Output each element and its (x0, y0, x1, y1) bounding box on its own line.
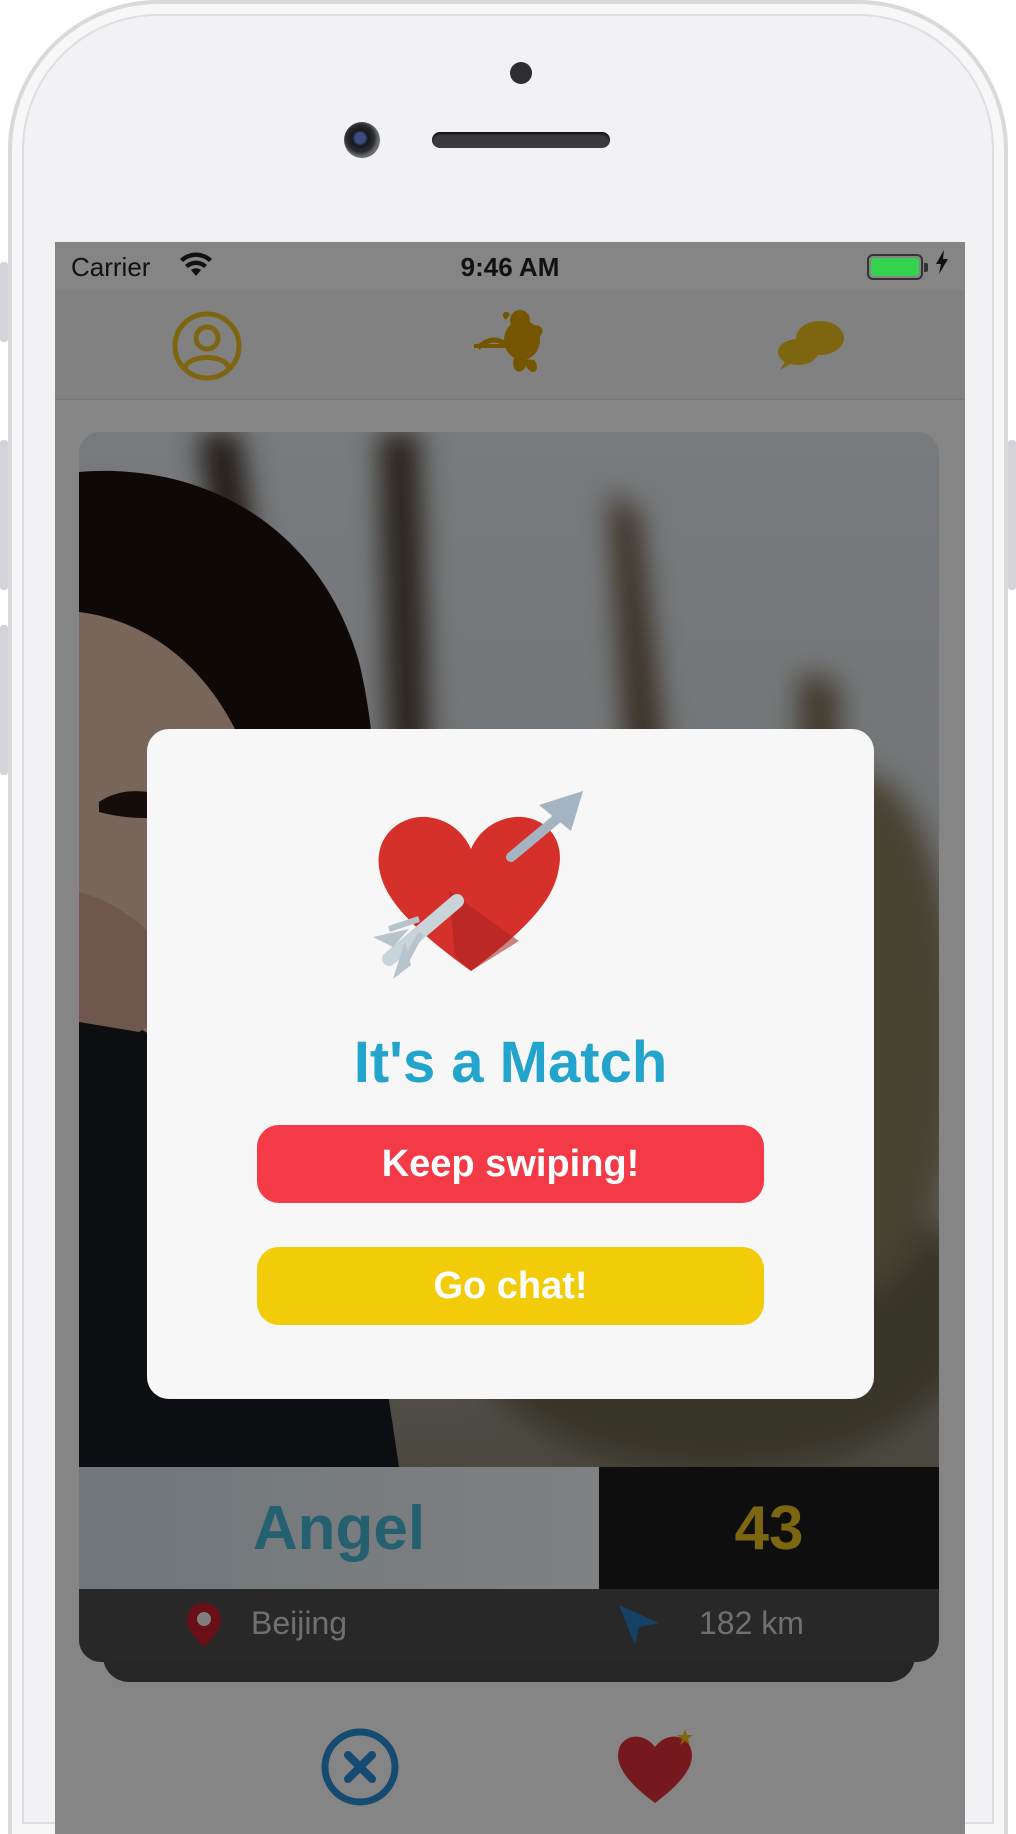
charging-icon (935, 250, 949, 280)
side-button-volume-down (0, 625, 8, 775)
side-button-mute (0, 262, 8, 342)
clock-time: 9:46 AM (460, 252, 560, 282)
battery-icon (867, 254, 928, 280)
camera-lens (344, 122, 380, 158)
status-bar: Carrier 9:46 AM (55, 242, 965, 290)
heart-arrow-icon (373, 791, 583, 979)
side-button-volume-up (0, 440, 8, 590)
go-chat-button[interactable]: Go chat! (257, 1247, 764, 1325)
match-title: It's a Match (353, 1030, 668, 1095)
keep-swiping-button[interactable]: Keep swiping! (257, 1125, 764, 1203)
match-dialog: It's a Match Keep swiping! Go chat! (147, 729, 874, 1399)
app-screen: Carrier 9:46 AM Angel 43 Beijing 182 km … (55, 242, 965, 1834)
earpiece-speaker (432, 132, 610, 148)
front-camera (510, 62, 532, 84)
side-button-power (1008, 440, 1016, 590)
